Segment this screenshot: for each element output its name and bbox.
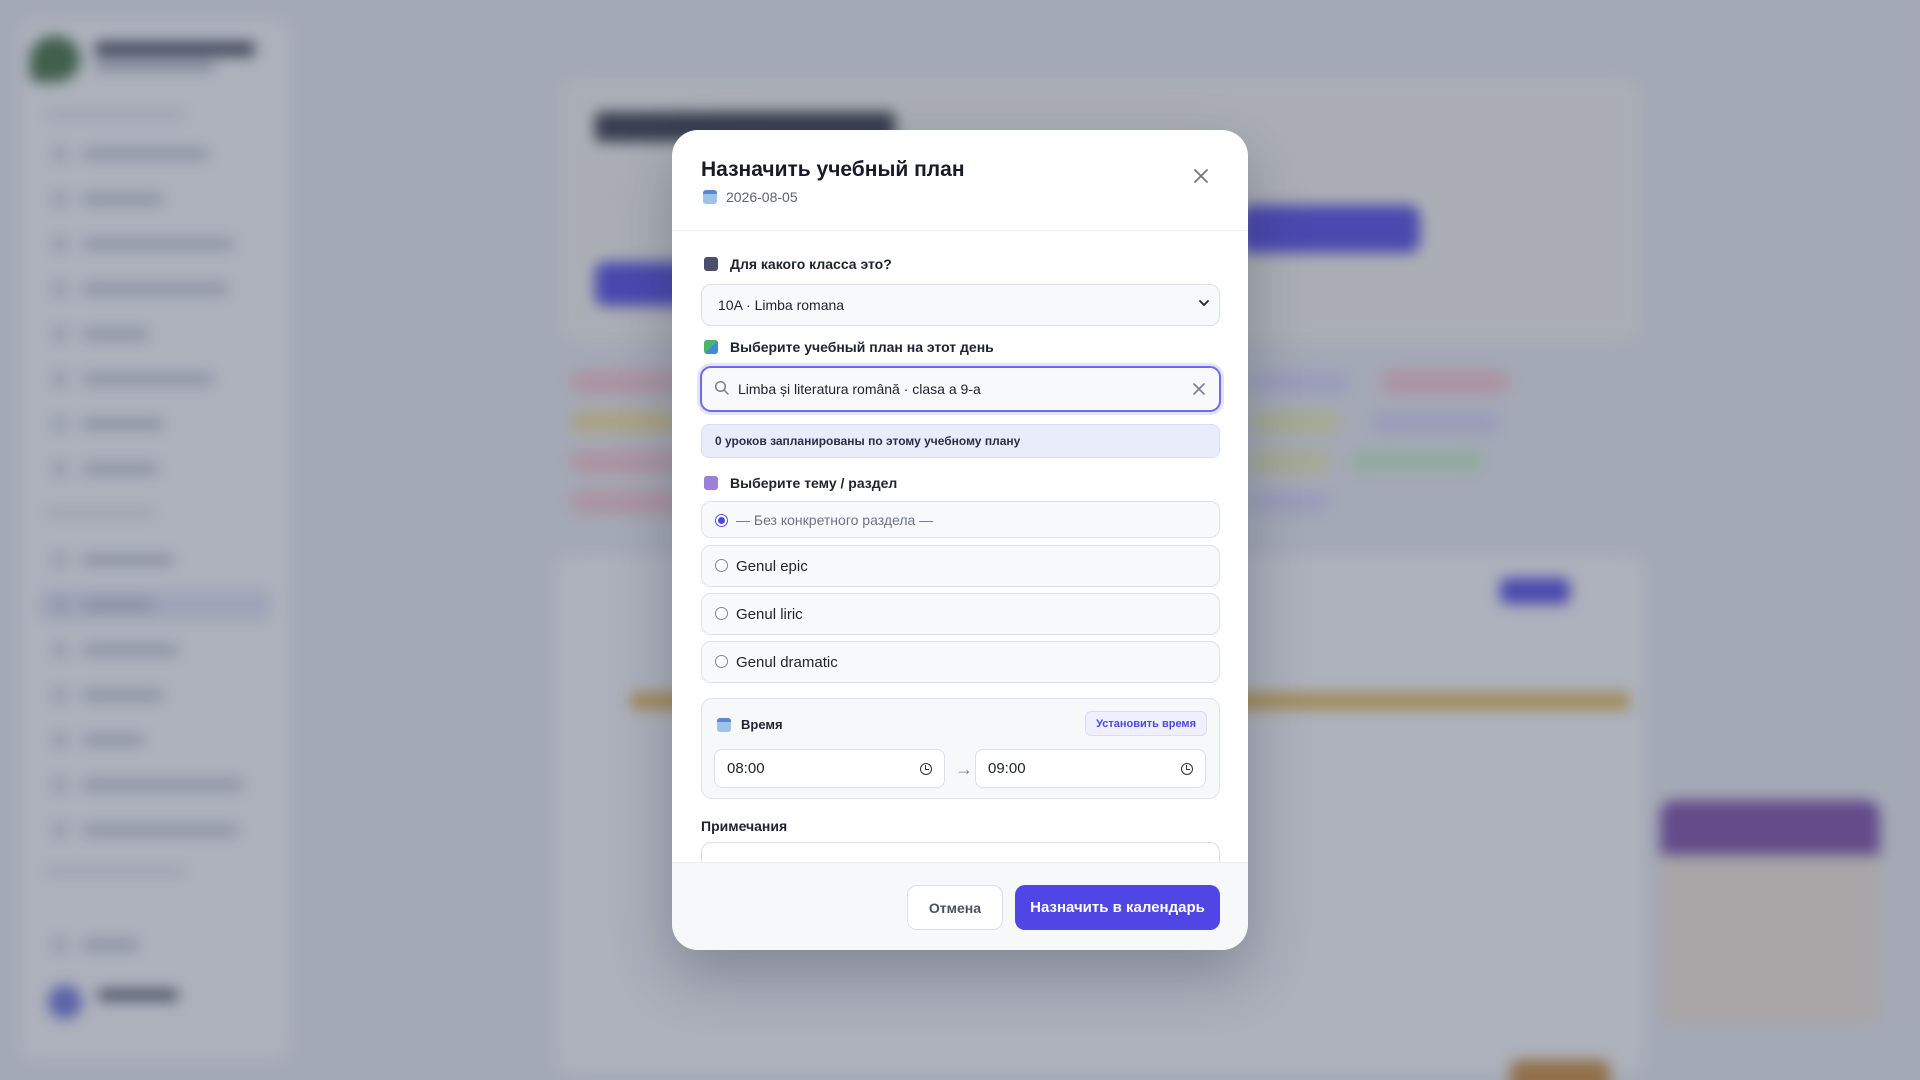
time-label-row: Время bbox=[717, 717, 783, 732]
topic-radio[interactable] bbox=[715, 607, 728, 620]
time-arrow: → bbox=[955, 759, 973, 779]
modal-date-row: 2026-08-05 bbox=[703, 189, 798, 205]
modal-date: 2026-08-05 bbox=[726, 189, 798, 205]
plan-info-banner: 0 уроков запланированы по этому учебному… bbox=[701, 424, 1220, 458]
topic-option[interactable]: Genul dramatic bbox=[701, 641, 1220, 683]
time-end-value: 09:00 bbox=[988, 760, 1026, 777]
plan-label-row: Выберите учебный план на этот день bbox=[704, 339, 994, 355]
clock-icon[interactable] bbox=[920, 763, 932, 775]
topic-option[interactable]: Genul epic bbox=[701, 545, 1220, 587]
topic-icon bbox=[704, 476, 718, 490]
plan-search-value: Limba și literatura română · clasa a 9-a bbox=[738, 381, 981, 397]
clock-icon[interactable] bbox=[1181, 763, 1193, 775]
class-select[interactable]: 10A · Limba romana bbox=[701, 284, 1220, 326]
assign-to-calendar-button[interactable]: Назначить в календарь bbox=[1015, 885, 1220, 930]
topic-label-row: Выберите тему / раздел bbox=[704, 475, 897, 491]
plan-search-input[interactable]: Limba și literatura română · clasa a 9-a bbox=[700, 366, 1221, 412]
topic-option[interactable]: Genul liric bbox=[701, 593, 1220, 635]
topic-label: Выберите тему / раздел bbox=[730, 475, 898, 491]
calendar-icon bbox=[717, 717, 731, 732]
modal-title: Назначить учебный план bbox=[701, 158, 965, 181]
time-start-value: 08:00 bbox=[727, 760, 765, 777]
time-label: Время bbox=[741, 717, 783, 732]
calendar-icon bbox=[703, 190, 717, 204]
topic-option[interactable]: — Без конкретного раздела — bbox=[701, 501, 1220, 538]
class-label-row: Для какого класса это? bbox=[704, 256, 892, 272]
assign-plan-modal: Назначить учебный план 2026-08-05 Для ка… bbox=[672, 130, 1248, 950]
class-select-value: 10A · Limba romana bbox=[718, 297, 845, 313]
close-icon bbox=[1194, 169, 1208, 183]
topic-option-label: Genul dramatic bbox=[736, 653, 838, 671]
topic-option-label: Genul liric bbox=[736, 605, 803, 623]
notes-label: Примечания bbox=[701, 818, 788, 834]
close-button[interactable] bbox=[1186, 161, 1216, 191]
cancel-button[interactable]: Отмена bbox=[907, 885, 1003, 930]
class-icon bbox=[704, 257, 718, 271]
class-label: Для какого класса это? bbox=[730, 256, 892, 272]
plan-icon bbox=[704, 340, 718, 354]
plan-label: Выберите учебный план на этот день bbox=[730, 339, 994, 355]
modal-footer: Отмена Назначить в календарь bbox=[672, 862, 1248, 950]
topic-radio[interactable] bbox=[715, 559, 728, 572]
clear-icon[interactable] bbox=[1193, 383, 1205, 395]
time-section: Время Установить время 08:00 → 09:00 bbox=[701, 698, 1220, 799]
time-start-input[interactable]: 08:00 bbox=[714, 749, 945, 788]
topic-radio[interactable] bbox=[715, 655, 728, 668]
search-icon bbox=[714, 380, 729, 395]
set-time-button[interactable]: Установить время bbox=[1085, 711, 1207, 736]
chevron-down-icon bbox=[1199, 300, 1209, 306]
topic-option-label: — Без конкретного раздела — bbox=[736, 511, 934, 528]
topic-option-label: Genul epic bbox=[736, 557, 808, 575]
time-end-input[interactable]: 09:00 bbox=[975, 749, 1206, 788]
topic-radio[interactable] bbox=[715, 514, 728, 527]
modal-header: Назначить учебный план 2026-08-05 bbox=[672, 130, 1248, 231]
